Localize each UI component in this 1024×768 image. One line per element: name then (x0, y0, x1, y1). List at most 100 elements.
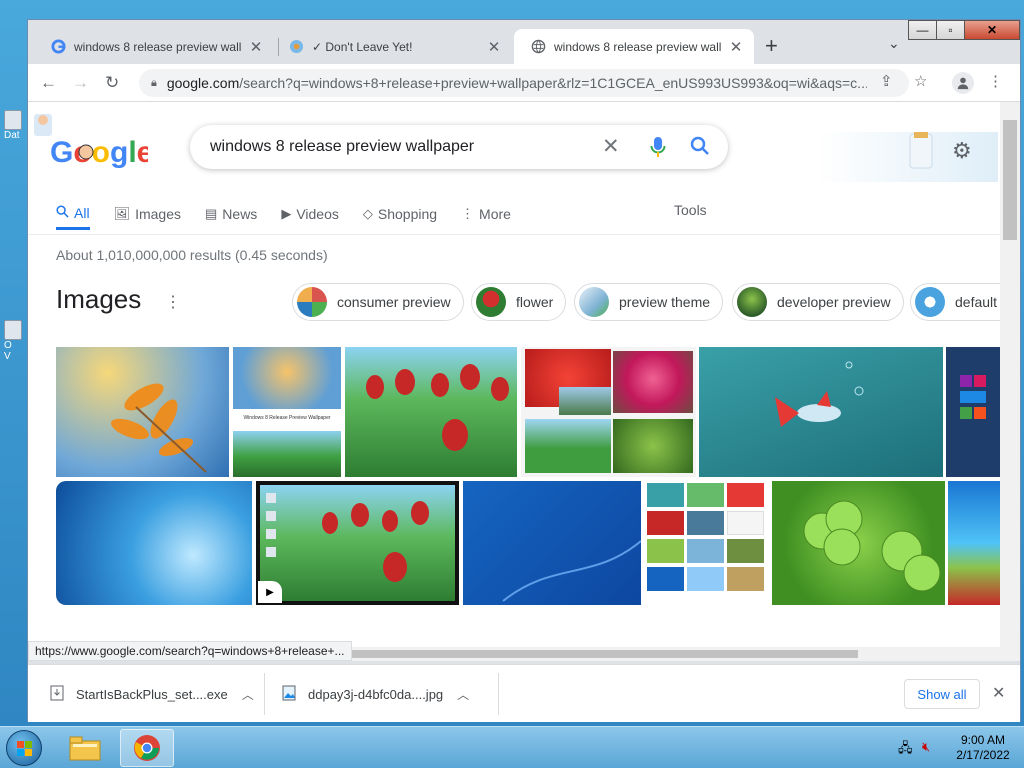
chip-label: developer preview (777, 294, 891, 310)
image-result-start-screen[interactable] (946, 347, 1000, 477)
minimize-button[interactable]: — (908, 20, 937, 40)
vertical-scrollbar[interactable] (1000, 102, 1020, 647)
chip-default[interactable]: default (910, 283, 1000, 321)
url-path: /search?q=windows+8+release+preview+wall… (239, 75, 867, 91)
play-icon[interactable]: ▶ (258, 581, 282, 603)
chip-flower[interactable]: flower (471, 283, 567, 321)
image-file-icon (282, 685, 298, 703)
tab-images[interactable]: 🖼︎ Images (114, 198, 181, 230)
show-all-downloads-button[interactable]: Show all (904, 679, 980, 709)
chip-consumer-preview[interactable]: consumer preview (292, 283, 464, 321)
tab-label: Videos (296, 206, 339, 222)
browser-menu-icon[interactable]: ⋮ (988, 72, 1003, 90)
image-result-blue-gradient[interactable] (463, 481, 641, 605)
google-doodle-logo[interactable]: Google (28, 106, 153, 176)
image-result-blue-swirl[interactable] (56, 481, 252, 605)
chrome-taskbar-icon[interactable] (120, 729, 174, 767)
profile-avatar-icon[interactable] (952, 72, 974, 94)
download-item[interactable]: StartIsBackPlus_set....exe ︿ (50, 665, 254, 723)
address-url: google.com/search?q=windows+8+release+pr… (167, 75, 867, 91)
file-explorer-taskbar-icon[interactable] (58, 729, 112, 767)
maximize-button[interactable]: ▫ (936, 20, 965, 40)
volume-muted-icon[interactable]: 🔇︎ (922, 739, 930, 755)
network-icon[interactable]: 🖧 (898, 739, 913, 761)
tab-google-search-active[interactable]: windows 8 release preview wallpaper ✕ (514, 29, 754, 64)
window-controls: — ▫ ✕ (908, 20, 1020, 40)
back-arrow-icon[interactable]: ← (40, 73, 57, 93)
tab-label: More (479, 206, 511, 222)
tab-label: Images (135, 206, 181, 222)
image-result-partial[interactable] (948, 481, 1000, 605)
chip-thumbnail (915, 287, 945, 317)
chip-thumbnail (737, 287, 767, 317)
chip-preview-theme[interactable]: preview theme (574, 283, 724, 321)
desktop-icon-label: Dat (4, 130, 20, 141)
chip-thumbnail (579, 287, 609, 317)
horizontal-scrollbar[interactable] (328, 647, 1020, 661)
image-result-clover[interactable] (772, 481, 945, 605)
close-tab-icon[interactable]: ✕ (486, 38, 502, 56)
scrollbar-thumb[interactable] (1003, 120, 1017, 240)
result-stats: About 1,010,000,000 results (0.45 second… (56, 247, 328, 263)
search-box[interactable]: windows 8 release preview wallpaper ✕ (190, 125, 728, 169)
reload-icon[interactable]: ↻ (105, 73, 119, 93)
search-icon (56, 204, 69, 221)
images-more-options-icon[interactable]: ⋮ (165, 292, 181, 312)
image-result-wallpaper-collage[interactable]: Windows 8 Release Preview Wallpaper (233, 347, 341, 477)
search-input[interactable]: windows 8 release preview wallpaper (210, 138, 474, 156)
desktop-icon[interactable]: O V (4, 320, 24, 362)
url-host: google.com (166, 75, 240, 91)
chip-thumbnail (297, 287, 327, 317)
tab-google-search-1[interactable]: windows 8 release preview wallpaper ✕ (34, 29, 274, 64)
tab-label: Shopping (377, 206, 438, 222)
file-icon (4, 320, 22, 340)
close-downloads-icon[interactable]: ✕ (992, 683, 1005, 703)
image-result-tulips-desktop-video[interactable]: ▶ (256, 481, 459, 605)
desktop-icon[interactable]: Dat (4, 110, 24, 141)
close-tab-icon[interactable]: ✕ (248, 38, 264, 56)
scrollbar-thumb[interactable] (348, 650, 858, 658)
installer-file-icon (50, 685, 66, 703)
tab-shopping[interactable]: ◇ Shopping (363, 198, 437, 230)
search-submit-icon[interactable] (690, 136, 710, 162)
image-result-orange-leaves[interactable] (56, 347, 229, 477)
tools-button[interactable]: Tools (674, 202, 707, 218)
chrome-window: windows 8 release preview wallpaper ✕ ✓ … (27, 19, 1021, 722)
image-result-betta-fish[interactable] (699, 347, 943, 477)
new-tab-button[interactable]: + (765, 34, 778, 58)
image-result-red-tulips[interactable] (345, 347, 517, 477)
image-result-thumbnail-grid[interactable] (645, 481, 768, 605)
downloads-bar: StartIsBackPlus_set....exe ︿ ddpay3j-d4b… (28, 664, 1020, 722)
divider (498, 673, 499, 715)
tab-title: ✓ Don't Leave Yet! (312, 39, 413, 54)
tab-more[interactable]: ⋮ More (461, 198, 511, 230)
chevron-up-icon[interactable]: ︿ (242, 686, 254, 703)
clock-time: 9:00 AM (960, 733, 1006, 747)
close-window-button[interactable]: ✕ (964, 20, 1020, 40)
search-nav-tabs: All 🖼︎ Images ▤ News ▶ Videos ◇ Shopping… (56, 198, 535, 234)
forward-arrow-icon[interactable]: → (72, 73, 89, 93)
tab-videos[interactable]: ▶ Videos (281, 198, 339, 230)
tab-label: News (222, 206, 258, 222)
close-tab-icon[interactable]: ✕ (728, 38, 744, 56)
download-filename: StartIsBackPlus_set....exe (76, 686, 228, 702)
chip-developer-preview[interactable]: developer preview (732, 283, 904, 321)
download-item[interactable]: ddpay3j-d4bfc0da....jpg ︿ (282, 665, 469, 723)
system-clock[interactable]: 9:00 AM 2/17/2022 (948, 733, 1018, 763)
microphone-icon[interactable] (650, 136, 666, 164)
image-result-flower-collage[interactable] (521, 347, 696, 477)
bookmark-star-icon[interactable]: ☆ (914, 72, 927, 90)
tab-all[interactable]: All (56, 198, 90, 230)
tab-dont-leave-yet[interactable]: ✓ Don't Leave Yet! ✕ (272, 29, 512, 64)
tab-search-chevron-icon[interactable]: ⌄ (888, 35, 900, 52)
chip-label: default (955, 294, 998, 310)
settings-gear-icon[interactable]: ⚙ (952, 138, 972, 164)
chip-label: flower (516, 294, 554, 310)
clock-date: 2/17/2022 (956, 748, 1010, 762)
chevron-up-icon[interactable]: ︿ (457, 686, 469, 703)
tab-news[interactable]: ▤ News (205, 198, 257, 230)
clear-search-icon[interactable]: ✕ (602, 134, 620, 159)
address-bar[interactable]: 🔒︎ google.com/search?q=windows+8+release… (139, 69, 909, 97)
start-button[interactable] (6, 730, 42, 766)
share-icon[interactable]: ⇪ (880, 72, 893, 90)
